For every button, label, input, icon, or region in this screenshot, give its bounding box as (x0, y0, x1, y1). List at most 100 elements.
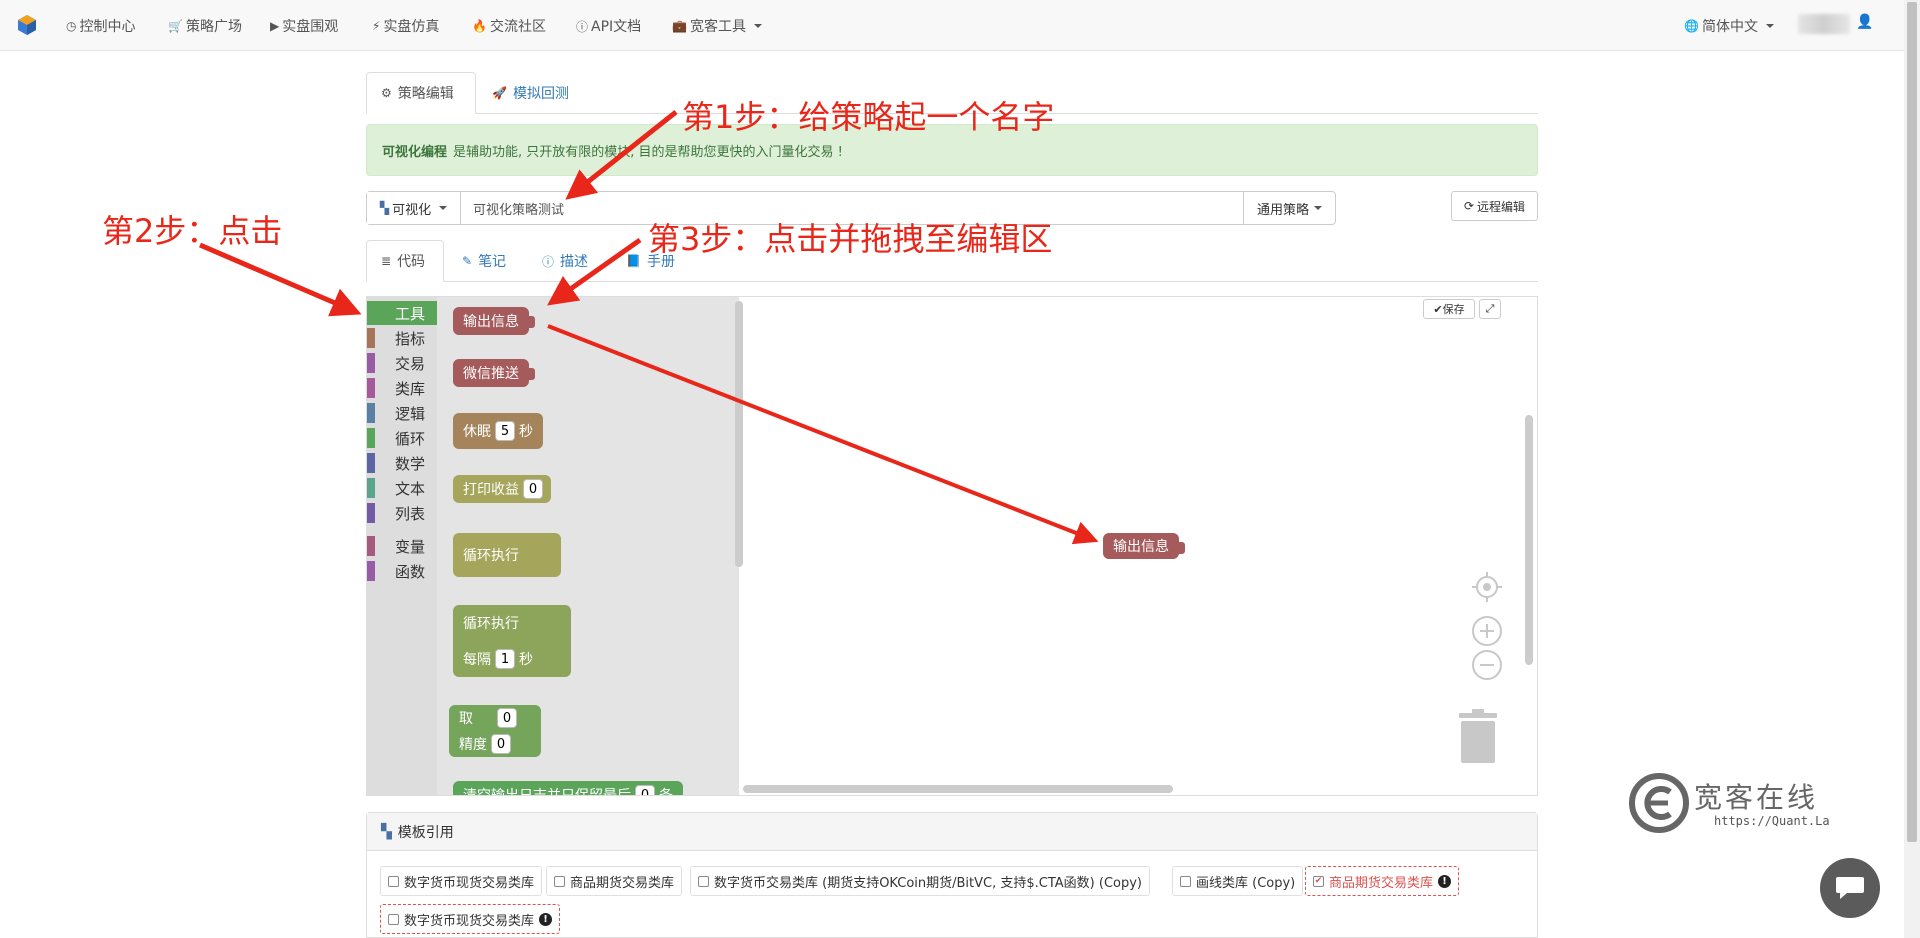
zoom-in-icon[interactable] (1471, 615, 1503, 647)
workspace-vertical-scrollbar[interactable] (1525, 415, 1533, 665)
alert-text: 是辅助功能, 只开放有限的模块, 目的是帮助您更快的入门量化交易 ! (453, 144, 843, 160)
save-button[interactable]: ✔ 保存 (1423, 299, 1475, 319)
category-color-bar (367, 403, 375, 423)
recenter-icon[interactable] (1471, 571, 1503, 603)
strategy-category-dropdown[interactable]: 通用策略 (1243, 192, 1335, 224)
brand-logo-icon[interactable] (16, 14, 38, 36)
loop-interval-field[interactable]: 1 (495, 649, 515, 669)
workspace-horizontal-scrollbar[interactable] (743, 785, 1173, 793)
edit-icon: ✎ (462, 254, 473, 268)
category-functions[interactable]: 函数 (367, 559, 437, 583)
category-text[interactable]: 文本 (367, 476, 437, 500)
block-print-profit[interactable]: 打印收益 0 (453, 475, 551, 503)
list-icon: ≣ (381, 254, 392, 268)
tab-notes[interactable]: ✎ 笔记 (448, 240, 520, 282)
blockly-editor: 工具 指标 交易 类库 逻辑 循环 数学 文本 列表 变量 函数 输出信息 微信… (366, 296, 1538, 796)
info-icon[interactable]: ! (1438, 874, 1452, 888)
lib-commodity-futures[interactable]: 商品期货交易类库 (546, 866, 683, 896)
nav-simulation[interactable]: ⚡ 实盘仿真 (372, 16, 439, 36)
block-loop-every[interactable]: 循环执行 每隔 1 秒 (453, 605, 571, 677)
nav-strategy-square[interactable]: 🛒 策略广场 (168, 16, 242, 36)
chevron-down-icon (439, 206, 448, 210)
page-scrollbar[interactable] (1904, 0, 1920, 938)
nav-live-watch[interactable]: ▶ 实盘围观 (270, 16, 338, 36)
block-connector (1177, 542, 1185, 554)
lib-crypto-futures-copy[interactable]: 数字货币交易类库 (期货支持OKCoin期货/BitVC, 支持$.CTA函数)… (690, 866, 1151, 896)
flyout-scrollbar[interactable] (735, 301, 743, 567)
block-connector (527, 368, 535, 380)
lib-commodity-futures-selected[interactable]: ✔ 商品期货交易类库! (1305, 866, 1460, 896)
category-color-bar (367, 561, 375, 581)
dashboard-icon: ◷ (66, 19, 77, 33)
category-color-bar (367, 353, 375, 373)
nav-community[interactable]: 🔥 交流社区 (472, 16, 546, 36)
print-profit-field[interactable]: 0 (523, 479, 543, 499)
tab-strategy-edit[interactable]: ⚙ 策略编辑 (366, 72, 476, 114)
category-logic[interactable]: 逻辑 (367, 401, 437, 425)
category-loops[interactable]: 循环 (367, 426, 437, 450)
annotation-step3: 第3步：点击并拖拽至编辑区 (648, 220, 1053, 258)
remote-edit-button[interactable]: ⟳ 远程编辑 (1451, 191, 1538, 221)
clear-log-field[interactable]: 0 (635, 785, 655, 795)
watermark: 宽客在线 https://Quant.La (1628, 772, 1848, 834)
category-math[interactable]: 数学 (367, 451, 437, 475)
category-trade[interactable]: 交易 (367, 351, 437, 375)
zoom-out-icon[interactable] (1471, 649, 1503, 681)
play-circle-icon: ▶ (270, 19, 280, 33)
block-take-precision[interactable]: 取0 精度 0 (449, 705, 541, 757)
lib-drawing-copy[interactable]: 画线类库 (Copy) (1172, 866, 1304, 896)
cubes-icon: ⚙ (381, 86, 392, 100)
checkbox[interactable] (388, 875, 399, 887)
nav-dashboard[interactable]: ◷ 控制中心 (66, 16, 135, 36)
category-color-bar (367, 536, 375, 556)
cart-icon: 🛒 (168, 19, 183, 33)
check-icon: ✔ (1433, 302, 1443, 316)
top-navbar: ◷ 控制中心 🛒 策略广场 ▶ 实盘围观 ⚡ 实盘仿真 🔥 交流社区 ⓘ API文档 💼 宽客… (0, 0, 1904, 51)
block-categories: 工具 指标 交易 类库 逻辑 循环 数学 文本 列表 变量 函数 (367, 297, 437, 795)
sleep-seconds-field[interactable]: 5 (495, 421, 515, 441)
take-value-field[interactable]: 0 (497, 708, 517, 728)
block-connector (527, 316, 535, 328)
category-indicators[interactable]: 指标 (367, 326, 437, 350)
category-lists[interactable]: 列表 (367, 501, 437, 525)
precision-value-field[interactable]: 0 (491, 734, 511, 754)
checkbox[interactable] (1180, 875, 1191, 887)
language-selector[interactable]: 🌐 简体中文 (1684, 16, 1774, 36)
category-library[interactable]: 类库 (367, 376, 437, 400)
block-print-info[interactable]: 输出信息 (453, 307, 535, 335)
watermark-logo-icon (1629, 773, 1689, 833)
username-blurred[interactable] (1798, 14, 1850, 34)
trash-icon[interactable] (1457, 709, 1499, 765)
checkbox[interactable] (698, 875, 709, 887)
lib-crypto-spot[interactable]: 数字货币现货交易类库 (380, 866, 543, 896)
page-scrollbar-thumb[interactable] (1907, 2, 1917, 842)
category-tools[interactable]: 工具 (367, 301, 437, 325)
tab-backtest[interactable]: 🚀 模拟回测 (478, 72, 583, 114)
workspace-block-print-info[interactable]: 输出信息 (1103, 533, 1185, 559)
category-color-bar (367, 478, 375, 498)
strategy-type-dropdown[interactable]: ▚ 可视化 (367, 192, 461, 224)
tab-code[interactable]: ≣ 代码 (366, 240, 444, 282)
category-variables[interactable]: 变量 (367, 534, 437, 558)
annotation-step1: 第1步：给策略起一个名字 (682, 98, 1055, 136)
checkbox[interactable] (554, 875, 565, 887)
chevron-down-icon (1314, 206, 1322, 210)
category-color-bar (367, 378, 375, 398)
block-clear-log[interactable]: 清空输出日志并只保留最后 0 条 (453, 781, 683, 795)
chat-button[interactable] (1820, 858, 1880, 918)
block-loop-exec[interactable]: 循环执行 (453, 533, 561, 577)
expand-icon[interactable]: ⤢ (1479, 299, 1501, 319)
block-wechat-push[interactable]: 微信推送 (453, 359, 535, 387)
checkbox-checked[interactable]: ✔ (1313, 875, 1324, 887)
info-icon[interactable]: ! (539, 912, 553, 926)
info-circle-icon: ⓘ (576, 19, 589, 34)
checkbox[interactable] (388, 913, 399, 925)
nav-quant-tools[interactable]: 💼 宽客工具 (672, 16, 762, 36)
nav-api-docs[interactable]: ⓘ API文档 (576, 16, 641, 36)
chevron-down-icon (753, 24, 762, 28)
lib-crypto-spot-highlight[interactable]: 数字货币现货交易类库! (380, 904, 561, 934)
tab-description[interactable]: ⓘ 描述 (528, 240, 602, 282)
user-icon[interactable]: 👤 (1856, 14, 1873, 30)
block-sleep[interactable]: 休眠 5 秒 (453, 413, 543, 449)
puzzle-icon: ▚ (381, 823, 392, 840)
